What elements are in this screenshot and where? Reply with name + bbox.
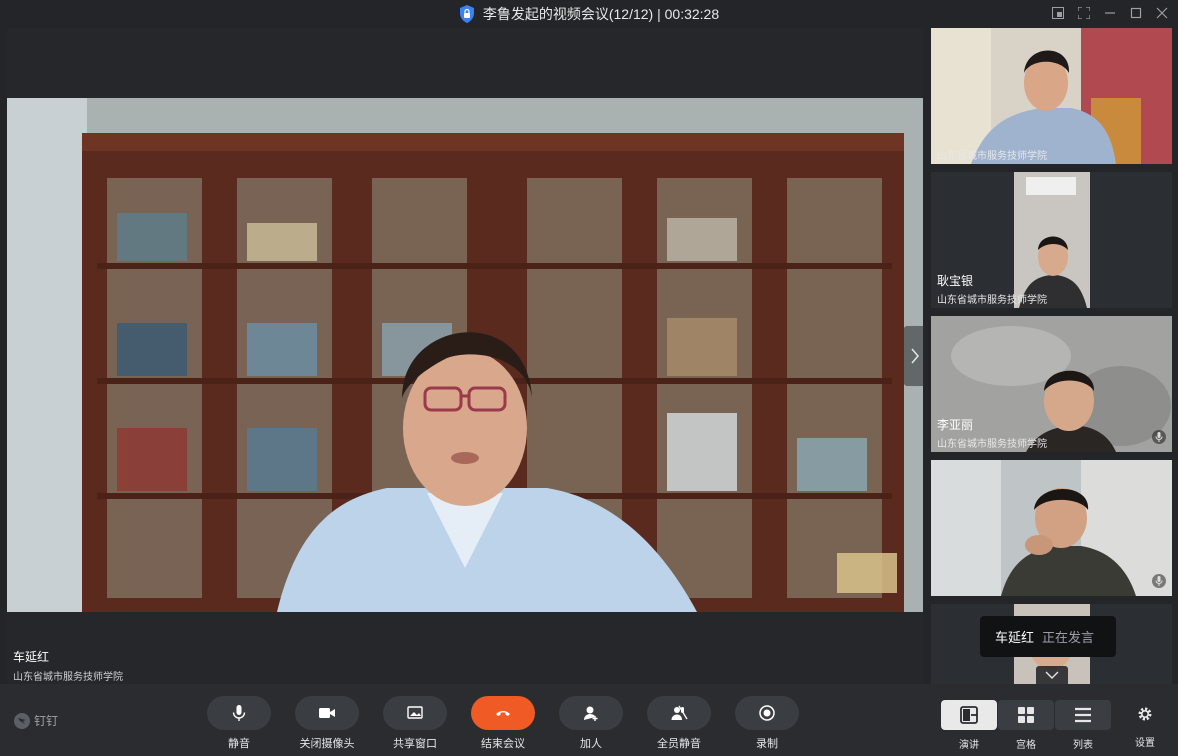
shield-lock-icon (459, 5, 474, 23)
list-layout-icon (1075, 707, 1091, 723)
mute-button[interactable]: 静音 (207, 696, 271, 751)
mute-label: 静音 (228, 738, 250, 750)
grid-view-button[interactable]: 宫格 (998, 700, 1054, 751)
add-user-icon (584, 706, 598, 721)
dingtalk-brand: 钉钉 (14, 712, 58, 729)
speaking-status: 正在发言 (1042, 630, 1095, 645)
speaker-view-button[interactable]: 演讲 (941, 700, 997, 751)
list-view-button[interactable]: 列表 (1055, 700, 1111, 751)
next-page-button[interactable] (904, 326, 926, 386)
speaker-layout-icon (960, 706, 978, 724)
participant-tile[interactable] (931, 460, 1172, 596)
main-speaker-name: 车延红 (13, 650, 50, 664)
participant-video (931, 460, 1172, 596)
participant-org: 山东省城市服务技师学院 (937, 151, 1047, 162)
camera-off-button[interactable]: 关闭摄像头 (295, 696, 359, 751)
participant-name: 耿宝银 (937, 274, 974, 288)
camera-off-label: 关闭摄像头 (299, 738, 355, 750)
speaking-indicator: 车延红 正在发言 (980, 616, 1116, 657)
main-video-frame (7, 98, 923, 612)
participant-tile[interactable]: 李亚丽 山东省城市服务技师学院 (931, 316, 1172, 452)
hang-up-icon (496, 711, 510, 716)
record-icon (759, 705, 775, 721)
speaking-name: 车延红 (995, 630, 1035, 645)
list-view-label: 列表 (1073, 740, 1093, 751)
participant-tile[interactable]: 耿宝银 山东省城市服务技师学院 (931, 172, 1172, 308)
add-person-button[interactable]: 加人 (559, 696, 623, 751)
mute-all-label: 全员静音 (657, 738, 701, 750)
minimize-icon (1105, 12, 1115, 14)
microphone-icon (232, 705, 246, 721)
title-bar: 李鲁发起的视频会议(12/12) | 00:32:28 (0, 0, 1178, 28)
control-toolbar: 钉钉 静音 关闭摄像头 共享窗口 结束会议 加人 全员静音 录制 演讲 宫格 列… (0, 684, 1178, 756)
participant-org: 山东省城市服务技师学院 (937, 439, 1047, 450)
dingtalk-logo-icon (14, 712, 30, 729)
grid-view-label: 宫格 (1016, 740, 1036, 751)
speaker-view-label: 演讲 (959, 740, 979, 751)
share-window-label: 共享窗口 (393, 738, 437, 750)
meeting-window: 李鲁发起的视频会议(12/12) | 00:32:28 车延红 山东省城市服务技… (0, 0, 1178, 756)
float-window-icon (1052, 7, 1064, 19)
fullscreen-button[interactable] (1076, 5, 1092, 21)
video-camera-icon (319, 708, 335, 718)
main-stage: 车延红 山东省城市服务技师学院 (7, 28, 926, 684)
share-window-button[interactable]: 共享窗口 (383, 696, 447, 751)
main-speaker-org: 山东省城市服务技师学院 (13, 672, 123, 683)
mic-muted-icon (1152, 430, 1166, 444)
fullscreen-icon (1078, 7, 1090, 19)
collapse-button[interactable] (1036, 666, 1068, 684)
meeting-title: 李鲁发起的视频会议(12/12) | 00:32:28 (482, 6, 720, 22)
settings-button[interactable]: 设置 (1134, 706, 1156, 749)
gear-icon (1138, 707, 1152, 721)
participant-tile[interactable]: 山东省城市服务技师学院 (931, 28, 1172, 164)
add-person-label: 加人 (580, 738, 602, 750)
maximize-button[interactable] (1128, 5, 1144, 21)
maximize-icon (1130, 7, 1142, 19)
record-label: 录制 (756, 738, 778, 750)
grid-layout-icon (1018, 707, 1034, 723)
mute-all-button[interactable]: 全员静音 (647, 696, 711, 751)
settings-label: 设置 (1135, 738, 1155, 749)
participant-name: 李亚丽 (937, 418, 974, 432)
brand-label: 钉钉 (34, 714, 59, 728)
participant-org: 山东省城市服务技师学院 (937, 295, 1047, 306)
end-meeting-label: 结束会议 (481, 738, 525, 750)
mic-muted-icon (1152, 574, 1166, 588)
chevron-down-icon (1045, 671, 1059, 679)
record-button[interactable]: 录制 (735, 696, 799, 751)
minimize-button[interactable] (1102, 5, 1118, 21)
chevron-right-icon (911, 348, 919, 364)
float-window-button[interactable] (1050, 5, 1066, 21)
close-icon (1156, 7, 1168, 19)
end-meeting-button[interactable]: 结束会议 (471, 696, 535, 751)
share-screen-icon (407, 706, 423, 719)
participant-video (931, 28, 1172, 164)
participant-panel: 山东省城市服务技师学院 耿宝银 山东省城市服务技师学院 李亚丽 山东省城市服务技… (931, 28, 1172, 684)
mute-all-icon (671, 705, 688, 720)
close-button[interactable] (1154, 5, 1170, 21)
main-video[interactable] (7, 98, 923, 612)
